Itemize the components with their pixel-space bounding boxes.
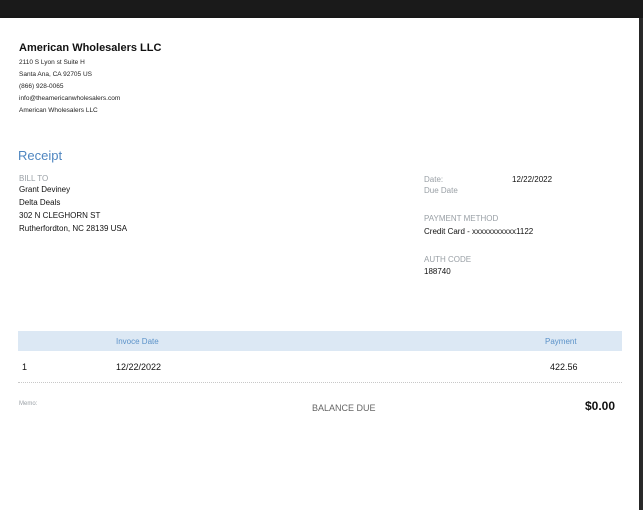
table-header: Invoce Date Payment xyxy=(18,331,622,351)
bill-to-city: Rutherfordton, NC 28139 USA xyxy=(19,224,128,233)
receipt-page: American Wholesalers LLC 2110 S Lyon st … xyxy=(0,18,639,510)
company-address-line1: 2110 S Lyon st Suite H xyxy=(19,59,85,66)
bill-to-label: BILL TO xyxy=(19,174,49,183)
row-invoice-date: 12/22/2022 xyxy=(116,362,162,372)
receipt-title: Receipt xyxy=(18,148,63,163)
company-email: info@theamericanwholesalers.com xyxy=(19,95,121,102)
balance-due-label: BALANCE DUE xyxy=(312,403,376,413)
date-label: Date: xyxy=(424,175,444,184)
memo-label: Memo: xyxy=(19,401,38,407)
company-name-secondary: American Wholesalers LLC xyxy=(19,107,98,114)
company-name: American Wholesalers LLC xyxy=(19,42,162,54)
row-divider xyxy=(18,382,622,383)
bill-to-name: Grant Deviney xyxy=(19,185,71,194)
balance-due-amount: $0.00 xyxy=(585,399,616,413)
bill-to-street: 302 N CLEGHORN ST xyxy=(19,211,101,220)
auth-code-value: 188740 xyxy=(424,267,451,276)
row-number: 1 xyxy=(22,362,28,372)
column-header-invoice-date: Invoce Date xyxy=(116,337,159,346)
row-payment: 422.56 xyxy=(550,362,578,372)
payment-method-label: PAYMENT METHOD xyxy=(424,214,499,223)
bill-to-company: Delta Deals xyxy=(19,198,61,207)
viewer-top-bar xyxy=(0,0,643,18)
payment-method-value: Credit Card - xxxxxxxxxxx1122 xyxy=(424,227,534,236)
column-header-payment: Payment xyxy=(545,337,577,346)
company-phone: (866) 928-0065 xyxy=(19,83,64,90)
viewer-right-edge xyxy=(639,18,643,510)
company-address-line2: Santa Ana, CA 92705 US xyxy=(19,71,92,78)
date-value: 12/22/2022 xyxy=(512,175,553,184)
due-date-label: Due Date xyxy=(424,186,458,195)
auth-code-label: AUTH CODE xyxy=(424,255,472,264)
